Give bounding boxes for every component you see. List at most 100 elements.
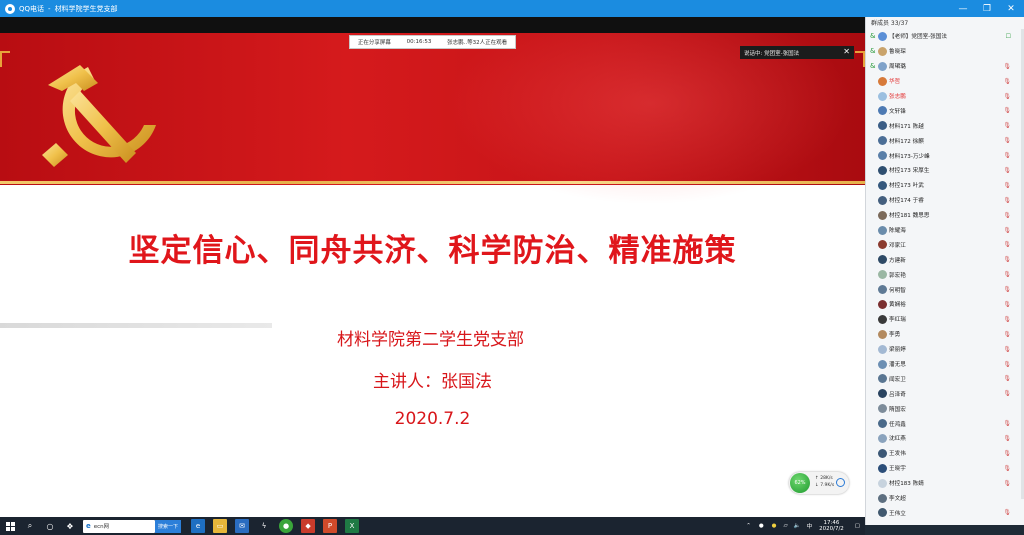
member-row[interactable]: & 鲁晓琛 (866, 44, 1024, 59)
member-row[interactable]: 文轩锋 🎙 (866, 103, 1024, 118)
avatar (878, 240, 887, 250)
member-row[interactable]: 陈耀海 🎙 (866, 223, 1024, 238)
share-viewers: 张志鹏..等32人正在观看 (447, 40, 508, 46)
edge-app-icon[interactable]: e (191, 519, 206, 533)
slide-speaker: 主讲人：张国法 (373, 372, 492, 392)
upload-speed: ↑ 28K/s (815, 476, 833, 481)
member-name: 闻宏卫 (889, 376, 906, 383)
notification-icon[interactable]: ▢ (855, 523, 860, 529)
cortana-icon[interactable]: ○ (45, 521, 55, 531)
member-name: 李红瑞 (889, 317, 906, 324)
network-icon[interactable]: ▱ (783, 523, 787, 529)
app-name: QQ电话 (19, 4, 45, 13)
mail-app-icon[interactable]: ✉ (235, 519, 250, 533)
mic-muted-icon: 🎙 (1003, 300, 1011, 308)
member-row[interactable]: 沈红燕 🎙 (866, 431, 1024, 446)
mic-muted-icon: 🎙 (1003, 271, 1011, 279)
share-status: 正在分享屏幕 (357, 40, 391, 46)
member-row[interactable]: 吕泽奇 🎙 (866, 386, 1024, 401)
mic-muted-icon: 🎙 (1003, 420, 1011, 428)
member-row[interactable]: 郭宏艳 🎙 (866, 267, 1024, 282)
close-icon[interactable]: ✕ (843, 47, 850, 56)
powerpoint-app-icon[interactable]: P (323, 519, 338, 533)
member-row[interactable]: 材控181 魏思思 🎙 (866, 208, 1024, 223)
member-row[interactable]: 华哲 🎙 (866, 74, 1024, 89)
member-row[interactable]: 黄娴裕 🎙 (866, 297, 1024, 312)
member-row[interactable]: 王伟立 🎙 (866, 506, 1024, 521)
member-row[interactable]: 王发伟 🎙 (866, 446, 1024, 461)
maximize-button[interactable]: ❐ (975, 0, 999, 17)
member-name: 鲁晓琛 (889, 49, 906, 56)
member-row[interactable]: 材控174 于睿 🎙 (866, 193, 1024, 208)
search-icon[interactable]: ⌕ (25, 521, 35, 531)
mic-muted-icon: 🎙 (1003, 137, 1011, 145)
volume-icon[interactable]: 🔈 (794, 523, 801, 529)
member-row[interactable]: 材控183 陈婧 🎙 (866, 476, 1024, 491)
member-row[interactable]: 隋国宏 (866, 401, 1024, 416)
tray-wechat-icon[interactable]: ● (772, 523, 777, 529)
member-row[interactable]: 邓家江 🎙 (866, 237, 1024, 252)
task-view-icon[interactable]: ❖ (65, 521, 75, 531)
avatar (878, 493, 887, 503)
ime-icon[interactable]: 中 (807, 522, 813, 530)
mic-muted-icon: 🎙 (1003, 226, 1011, 234)
member-row[interactable]: 方建新 🎙 (866, 252, 1024, 267)
tray-expand-icon[interactable]: ⌃ (746, 523, 751, 529)
member-name: 张志鹏 (889, 94, 906, 100)
speaking-text: 说话中: 党团室-张国法 (744, 50, 800, 57)
windows-start-icon[interactable] (5, 521, 15, 531)
member-row[interactable]: 何明智 🎙 (866, 282, 1024, 297)
member-row[interactable]: 张志鹏 🎙 (866, 89, 1024, 104)
member-row[interactable]: 梁丽婷 🎙 (866, 342, 1024, 357)
system-clock[interactable]: 17:46 2020/7/2 (819, 520, 844, 532)
browser-search-value: ecn网 (93, 524, 110, 530)
member-name: 周珺璐 (889, 64, 906, 71)
mic-muted-icon: 🎙 (1003, 390, 1011, 398)
download-speed: ↓ 7.9K/s (815, 483, 835, 488)
avatar (878, 359, 887, 369)
member-row[interactable]: 材料172 徐麒 🎙 (866, 133, 1024, 148)
mic-muted-icon: 🎙 (1003, 241, 1011, 249)
member-name: 材控183 陈婧 (889, 481, 924, 488)
minimize-button[interactable]: — (951, 0, 975, 17)
qq-call-app-icon[interactable]: ◆ (301, 519, 316, 533)
browser-search-input[interactable]: e ecn网 (83, 519, 155, 533)
network-percent: 62% (790, 473, 810, 493)
member-row[interactable]: & 周珺璐 🎙 (866, 59, 1024, 74)
avatar (878, 61, 887, 71)
member-name: 李勇 (889, 332, 901, 339)
feather-app-icon[interactable]: ϟ (257, 519, 272, 533)
slide-organization: 材料学院第二学生党支部 (337, 330, 524, 350)
member-row[interactable]: 李红瑞 🎙 (866, 312, 1024, 327)
avatar (878, 419, 887, 429)
mic-muted-icon: 🎙 (1003, 375, 1011, 383)
member-row[interactable]: 李勇 🎙 (866, 327, 1024, 342)
member-row[interactable]: 材料171 陈越 🎙 (866, 118, 1024, 133)
green-app-icon[interactable]: ● (279, 519, 294, 533)
mic-muted-icon: 🎙 (1003, 256, 1011, 264)
search-go-button[interactable]: 搜索一下 (155, 519, 182, 533)
clock-date: 2020/7/2 (819, 526, 844, 532)
member-row[interactable]: 李文超 (866, 491, 1024, 506)
member-name: 材控173 叶武 (889, 183, 924, 190)
member-row[interactable]: 材控173 宋厚生 🎙 (866, 163, 1024, 178)
member-row[interactable]: 王晓宇 🎙 (866, 461, 1024, 476)
window-titlebar: QQ电话 - 材料学院学生党支部 (0, 0, 1024, 17)
close-button[interactable]: ✕ (999, 0, 1023, 17)
member-row[interactable]: & 【老师】党团室-张国法 ☐ (866, 29, 1024, 44)
mic-muted-icon: 🎙 (1003, 434, 1011, 442)
avatar (878, 180, 887, 190)
tray-dot-icon[interactable]: ● (759, 523, 764, 529)
mic-muted-icon: 🎙 (1003, 181, 1011, 189)
mic-muted-icon: 🎙 (1003, 92, 1011, 100)
member-row[interactable]: 闻宏卫 🎙 (866, 371, 1024, 386)
member-row[interactable]: 材料173-万少峰 🎙 (866, 148, 1024, 163)
file-explorer-icon[interactable]: ▭ (213, 519, 228, 533)
member-row[interactable]: 任鸿鑫 🎙 (866, 416, 1024, 431)
browser-ball-icon (836, 478, 845, 487)
member-row[interactable]: 潘无思 🎙 (866, 357, 1024, 372)
excel-app-icon[interactable]: X (345, 519, 360, 533)
avatar (878, 404, 887, 414)
member-row[interactable]: 材控173 叶武 🎙 (866, 178, 1024, 193)
network-speed-widget[interactable]: 62% ↑ 28K/s ↓ 7.9K/s (789, 472, 849, 494)
